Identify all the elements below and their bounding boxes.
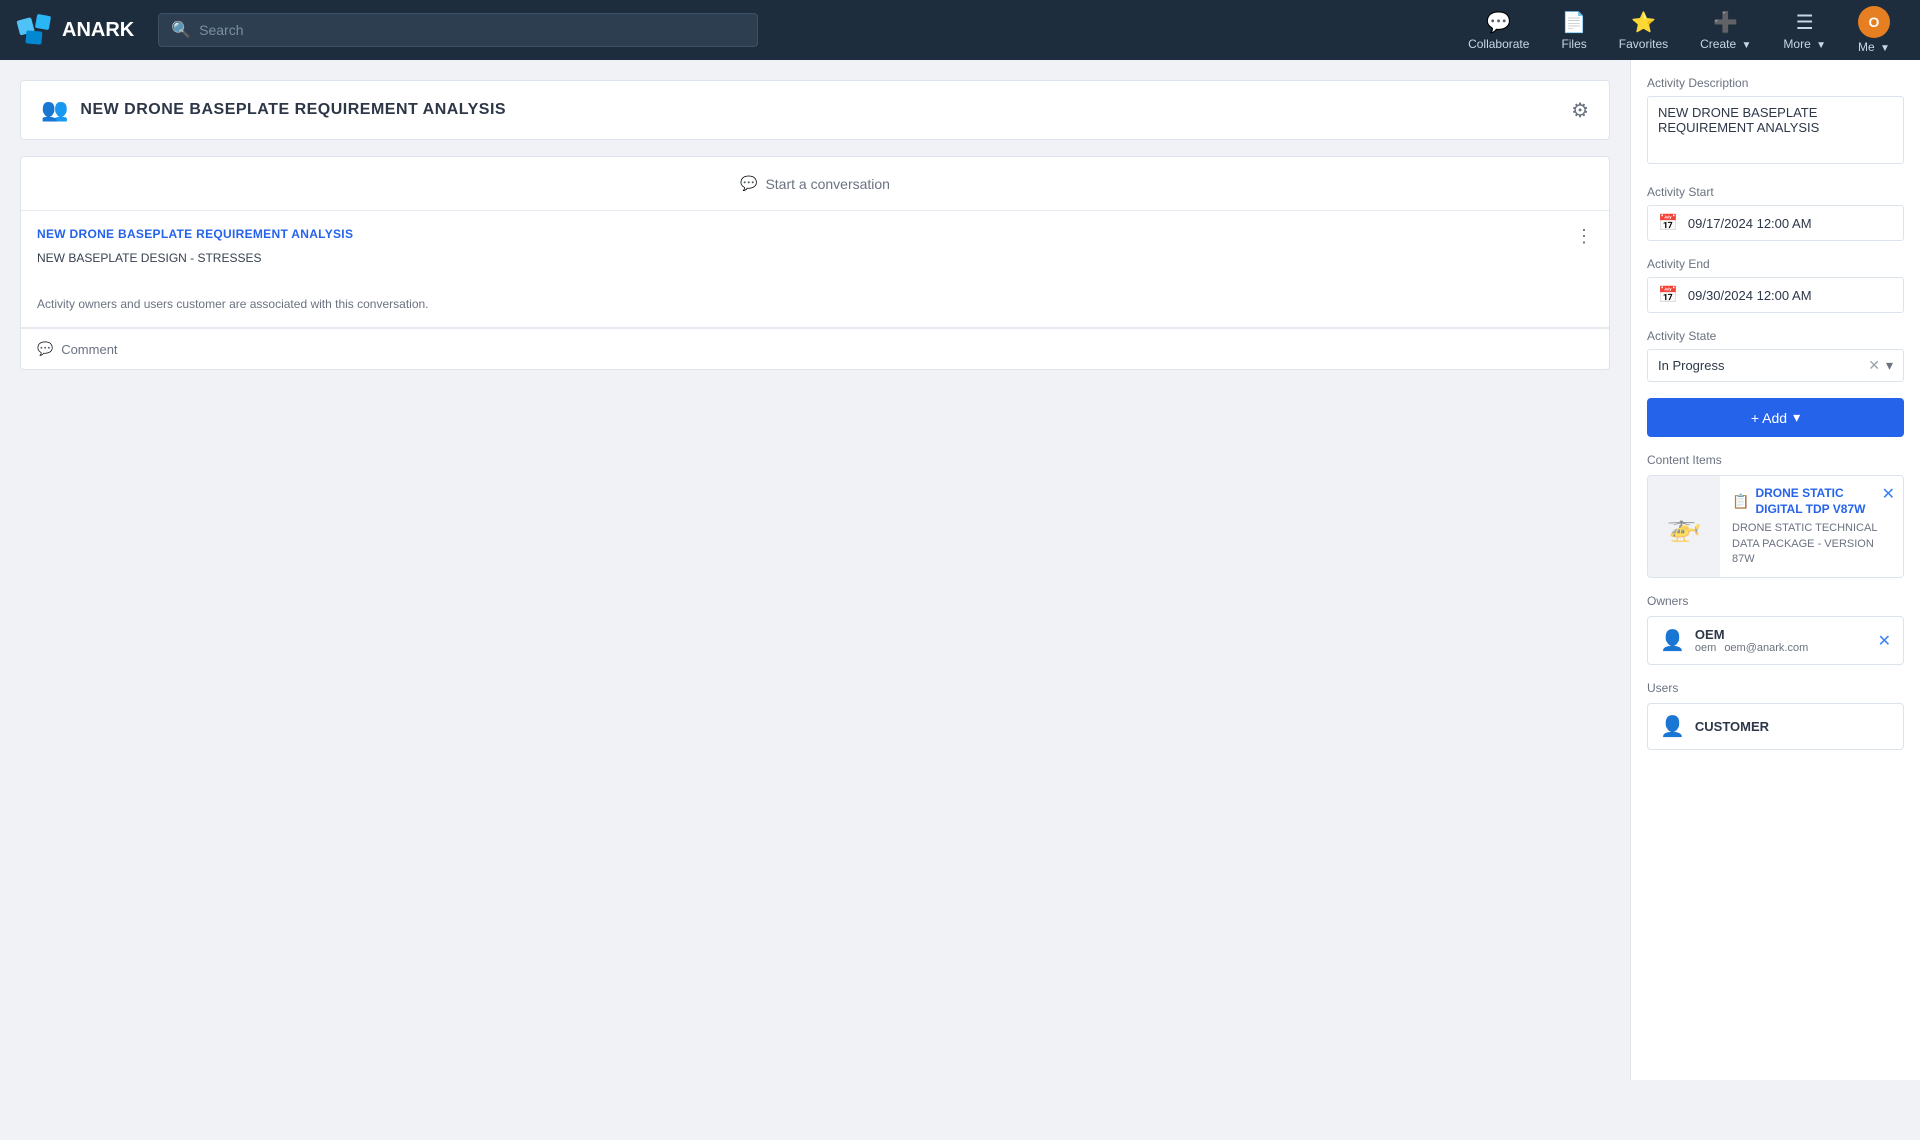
content-item-remove-button[interactable]: ✕ [1882,484,1895,504]
page-title: NEW DRONE BASEPLATE REQUIREMENT ANALYSIS [80,101,506,119]
activity-end-field: Activity End 📅 09/30/2024 12:00 AM [1647,257,1904,313]
user-card: 👤 CUSTOMER [1647,703,1904,750]
nav-item-create[interactable]: ➕ Create ▼ [1686,4,1765,57]
content-item-info: 📋 DRONE STATIC DIGITAL TDP V87W DRONE ST… [1720,476,1903,577]
comment-label: Comment [61,342,117,357]
state-dropdown-icon[interactable]: ▾ [1886,357,1893,374]
nav-label-collaborate: Collaborate [1468,37,1529,51]
thread-link[interactable]: NEW DRONE BASEPLATE REQUIREMENT ANALYSIS [37,227,353,241]
right-panel: Activity Description NEW DRONE BASEPLATE… [1630,60,1920,1080]
nav-label-favorites: Favorites [1619,37,1668,51]
owner-details: oem oem@anark.com [1695,642,1868,654]
nav-item-collaborate[interactable]: 💬 Collaborate [1454,4,1543,57]
activity-state-field: Activity State In Progress ✕ ▾ [1647,329,1904,382]
document-icon: 📋 [1732,493,1749,510]
add-chevron-icon: ▾ [1793,409,1800,426]
drone-icon: 🚁 [1667,510,1702,543]
comment-icon: 💬 [37,341,53,357]
activity-start-value: 09/17/2024 12:00 AM [1688,216,1812,231]
owners-section: Owners 👤 OEM oem oem@anark.com ✕ [1647,594,1904,665]
owner-info: OEM oem oem@anark.com [1695,627,1868,654]
activity-end-input[interactable]: 📅 09/30/2024 12:00 AM [1647,277,1904,313]
logo[interactable]: ANARK [16,11,134,49]
avatar: O [1858,6,1890,38]
search-input[interactable] [199,22,745,38]
thread-subtitle: NEW BASEPLATE DESIGN - STRESSES [37,251,1593,265]
state-clear-button[interactable]: ✕ [1868,357,1880,374]
content-item-header: 📋 DRONE STATIC DIGITAL TDP V87W [1732,486,1891,517]
owner-remove-button[interactable]: ✕ [1878,631,1891,651]
nav-label-me: Me ▼ [1858,40,1890,54]
create-icon: ➕ [1713,10,1738,35]
collaborate-icon: 💬 [1486,10,1511,35]
user-avatar-icon: 👤 [1660,714,1685,739]
activity-state-value: In Progress [1658,358,1724,373]
thread-header: NEW DRONE BASEPLATE REQUIREMENT ANALYSIS… [37,227,1593,245]
activity-state-input[interactable]: In Progress ✕ ▾ [1647,349,1904,382]
nav-label-files: Files [1561,37,1586,51]
content-items-label: Content Items [1647,453,1904,467]
content-item-name[interactable]: DRONE STATIC DIGITAL TDP V87W [1755,486,1891,517]
files-icon: 📄 [1562,10,1587,35]
thread-more-button[interactable]: ⋮ [1575,227,1593,245]
users-label: Users [1647,681,1904,695]
add-button[interactable]: + Add ▾ [1647,398,1904,437]
activity-start-field: Activity Start 📅 09/17/2024 12:00 AM [1647,185,1904,241]
nav-label-create: Create ▼ [1700,37,1751,51]
activity-end-label: Activity End [1647,257,1904,271]
content-item-description: DRONE STATIC TECHNICAL DATA PACKAGE - VE… [1732,521,1891,567]
activity-state-label: Activity State [1647,329,1904,343]
owners-label: Owners [1647,594,1904,608]
activity-icon: 👥 [41,97,68,123]
settings-button[interactable]: ⚙ [1571,98,1589,123]
activity-start-input[interactable]: 📅 09/17/2024 12:00 AM [1647,205,1904,241]
conversation-area: 💬 Start a conversation NEW DRONE BASEPLA… [20,156,1610,370]
add-button-label: + Add [1751,410,1787,426]
start-conversation-button[interactable]: 💬 Start a conversation [21,157,1609,211]
chat-icon: 💬 [740,175,757,192]
owner-username: oem [1695,642,1716,654]
activity-description-label: Activity Description [1647,76,1904,90]
comment-area[interactable]: 💬 Comment [21,328,1609,369]
main-content: 👥 NEW DRONE BASEPLATE REQUIREMENT ANALYS… [0,60,1920,1080]
content-item-thumbnail: 🚁 [1648,476,1720,577]
user-name: CUSTOMER [1695,719,1769,734]
content-item-card: 🚁 📋 DRONE STATIC DIGITAL TDP V87W DRONE … [1647,475,1904,578]
page-header: 👥 NEW DRONE BASEPLATE REQUIREMENT ANALYS… [20,80,1610,140]
owner-avatar-icon: 👤 [1660,628,1685,653]
more-icon: ☰ [1796,10,1814,35]
owner-email: oem@anark.com [1724,642,1808,654]
activity-description-input[interactable]: NEW DRONE BASEPLATE REQUIREMENT ANALYSIS [1647,96,1904,164]
owner-name: OEM [1695,627,1868,642]
activity-end-value: 09/30/2024 12:00 AM [1688,288,1812,303]
state-actions: ✕ ▾ [1868,357,1893,374]
left-panel: 👥 NEW DRONE BASEPLATE REQUIREMENT ANALYS… [0,60,1630,1080]
nav-item-files[interactable]: 📄 Files [1547,4,1600,57]
thread-footer: Activity owners and users customer are a… [37,297,1593,311]
nav-item-favorites[interactable]: ⭐ Favorites [1605,4,1682,57]
content-items-section: Content Items 🚁 📋 DRONE STATIC DIGITAL T… [1647,453,1904,578]
activity-description-field: Activity Description NEW DRONE BASEPLATE… [1647,76,1904,169]
nav-items: 💬 Collaborate 📄 Files ⭐ Favorites ➕ Crea… [1454,0,1904,60]
nav-item-more[interactable]: ☰ More ▼ [1769,4,1840,57]
owner-card: 👤 OEM oem oem@anark.com ✕ [1647,616,1904,665]
favorites-icon: ⭐ [1631,10,1656,35]
conversation-thread: NEW DRONE BASEPLATE REQUIREMENT ANALYSIS… [21,211,1609,328]
activity-start-label: Activity Start [1647,185,1904,199]
calendar-icon: 📅 [1658,213,1678,233]
search-bar[interactable]: 🔍 [158,13,758,47]
nav-label-more: More ▼ [1783,37,1826,51]
nav-item-me[interactable]: O Me ▼ [1844,0,1904,60]
search-icon: 🔍 [171,20,191,40]
top-navigation: ANARK 🔍 💬 Collaborate 📄 Files ⭐ Favorite… [0,0,1920,60]
calendar-end-icon: 📅 [1658,285,1678,305]
logo-text: ANARK [62,19,134,42]
users-section: Users 👤 CUSTOMER [1647,681,1904,750]
start-conversation-label: Start a conversation [765,176,890,192]
